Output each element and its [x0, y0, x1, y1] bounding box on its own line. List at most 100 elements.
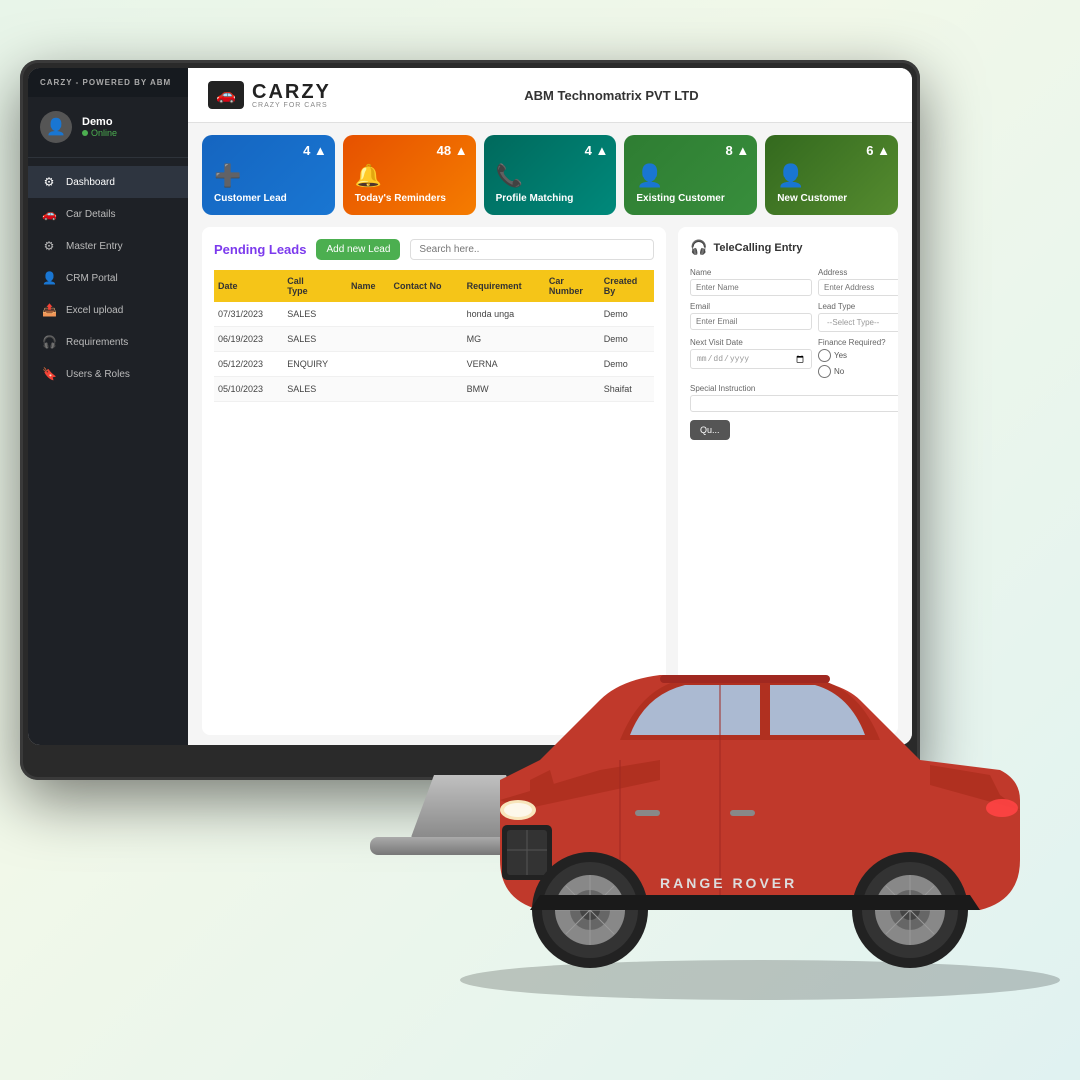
label-lead-type: Lead Type: [818, 302, 898, 311]
arrow-up-icon: ▲: [314, 143, 327, 158]
col-contact: Contact No: [389, 270, 462, 302]
field-email: Email: [690, 302, 812, 332]
cell-requirement: BMW: [463, 377, 545, 402]
cell-requirement: VERNA: [463, 352, 545, 377]
cell-contact: [389, 327, 462, 352]
add-new-lead-button[interactable]: Add new Lead: [316, 239, 400, 260]
radio-input-no[interactable]: [818, 365, 831, 378]
headphone-icon: 🎧: [690, 239, 707, 256]
cell-contact: [389, 302, 462, 327]
user-name: Demo: [82, 116, 117, 128]
input-next-visit[interactable]: [690, 349, 812, 369]
sidebar-item-label: Car Details: [66, 209, 115, 220]
cell-created-by: Demo: [600, 352, 654, 377]
cell-call-type: SALES: [283, 327, 347, 352]
input-special-instruction[interactable]: [690, 395, 898, 412]
telecalling-panel: 🎧 TeleCalling Entry Name Address: [678, 227, 898, 735]
avatar: 👤: [40, 111, 72, 143]
table-header-row: Date CallType Name Contact No Requiremen…: [214, 270, 654, 302]
upload-icon: 📤: [42, 303, 56, 317]
card-new-customer[interactable]: 6 ▲ 👤 New Customer: [765, 135, 898, 215]
label-email: Email: [690, 302, 812, 311]
tele-title: TeleCalling Entry: [713, 242, 802, 254]
card-existing-customer[interactable]: 8 ▲ 👤 Existing Customer: [624, 135, 757, 215]
sidebar-item-requirements[interactable]: 🎧 Requirements: [28, 326, 188, 358]
cell-car-number: [545, 352, 600, 377]
radio-no[interactable]: No: [818, 365, 898, 378]
card-label: Today's Reminders: [355, 193, 464, 205]
card-label: Profile Matching: [496, 193, 605, 205]
cell-date: 07/31/2023: [214, 302, 283, 327]
arrow-up-icon: ▲: [596, 143, 609, 158]
pending-leads-panel: Pending Leads Add new Lead Date CallType…: [202, 227, 666, 735]
sidebar-item-label: Excel upload: [66, 305, 123, 316]
logo-text: CARZY CRAZY FOR CARS: [252, 82, 331, 109]
leads-table: Date CallType Name Contact No Requiremen…: [214, 270, 654, 402]
card-todays-reminders[interactable]: 48 ▲ 🔔 Today's Reminders: [343, 135, 476, 215]
card-label: Customer Lead: [214, 193, 323, 205]
card-count: 4 ▲: [303, 143, 327, 158]
cell-contact: [389, 352, 462, 377]
sidebar-item-car-details[interactable]: 🚗 Car Details: [28, 198, 188, 230]
radio-yes[interactable]: Yes: [818, 349, 898, 362]
arrow-up-icon: ▲: [736, 143, 749, 158]
card-count: 48 ▲: [437, 143, 468, 158]
field-lead-type: Lead Type --Select Type--: [818, 302, 898, 332]
radio-input-yes[interactable]: [818, 349, 831, 362]
tele-header: 🎧 TeleCalling Entry: [690, 239, 886, 256]
monitor-base: [370, 837, 570, 855]
cell-date: 06/19/2023: [214, 327, 283, 352]
arrow-up-icon: ▲: [455, 143, 468, 158]
label-special-instruction: Special Instruction: [690, 384, 898, 393]
cell-created-by: Demo: [600, 302, 654, 327]
cell-created-by: Demo: [600, 327, 654, 352]
sidebar-item-users-roles[interactable]: 🔖 Users & Roles: [28, 358, 188, 390]
select-lead-type[interactable]: --Select Type--: [818, 313, 898, 332]
sidebar-item-crm-portal[interactable]: 👤 CRM Portal: [28, 262, 188, 294]
sidebar-item-label: CRM Portal: [66, 273, 118, 284]
sidebar-item-master-entry[interactable]: ⚙ Master Entry: [28, 230, 188, 262]
logo-name: CARZY: [252, 82, 331, 102]
main-content: 🚗 CARZY CRAZY FOR CARS ABM Technomatrix …: [188, 68, 912, 745]
label-next-visit: Next Visit Date: [690, 338, 812, 347]
panel-header: Pending Leads Add new Lead: [214, 239, 654, 260]
col-car-number: CarNumber: [545, 270, 600, 302]
sidebar-nav: ⚙ Dashboard 🚗 Car Details ⚙ Master Entry…: [28, 158, 188, 745]
input-email[interactable]: [690, 313, 812, 330]
logo-area: 🚗 CARZY CRAZY FOR CARS: [208, 81, 331, 109]
monitor: CARZY - POWERED BY ABM 👤 Demo Online ⚙ D…: [20, 60, 920, 780]
gear-icon: ⚙: [42, 239, 56, 253]
sidebar-item-dashboard[interactable]: ⚙ Dashboard: [28, 166, 188, 198]
col-created-by: CreatedBy: [600, 270, 654, 302]
logo-car-icon: 🚗: [208, 81, 244, 109]
sidebar-item-label: Users & Roles: [66, 369, 130, 380]
headphone-icon: 🎧: [42, 335, 56, 349]
sidebar-item-label: Dashboard: [66, 177, 115, 188]
table-row: 05/12/2023 ENQUIRY VERNA Demo: [214, 352, 654, 377]
card-count: 8 ▲: [725, 143, 749, 158]
cell-created-by: Shaifat: [600, 377, 654, 402]
table-row: 06/19/2023 SALES MG Demo: [214, 327, 654, 352]
card-profile-matching[interactable]: 4 ▲ 📞 Profile Matching: [484, 135, 617, 215]
cell-car-number: [545, 302, 600, 327]
cell-name: [347, 352, 389, 377]
label-finance: Finance Required?: [818, 338, 898, 347]
telecalling-form: Name Address Contact Email: [690, 268, 886, 412]
quote-button[interactable]: Qu...: [690, 420, 730, 440]
card-customer-lead[interactable]: 4 ▲ ➕ Customer Lead: [202, 135, 335, 215]
search-input[interactable]: [410, 239, 654, 260]
sidebar-brand: CARZY - POWERED BY ABM: [28, 68, 188, 97]
col-requirement: Requirement: [463, 270, 545, 302]
cell-requirement: MG: [463, 327, 545, 352]
input-name[interactable]: [690, 279, 812, 296]
sidebar-item-excel-upload[interactable]: 📤 Excel upload: [28, 294, 188, 326]
label-address: Address: [818, 268, 898, 277]
table-row: 05/10/2023 SALES BMW Shaifat: [214, 377, 654, 402]
sidebar-item-label: Requirements: [66, 337, 128, 348]
input-address[interactable]: [818, 279, 898, 296]
user-icon: 👤: [42, 271, 56, 285]
panel-title: Pending Leads: [214, 242, 306, 257]
user-info: Demo Online: [82, 116, 117, 138]
bell-icon: 🔔: [355, 163, 464, 189]
cell-date: 05/12/2023: [214, 352, 283, 377]
